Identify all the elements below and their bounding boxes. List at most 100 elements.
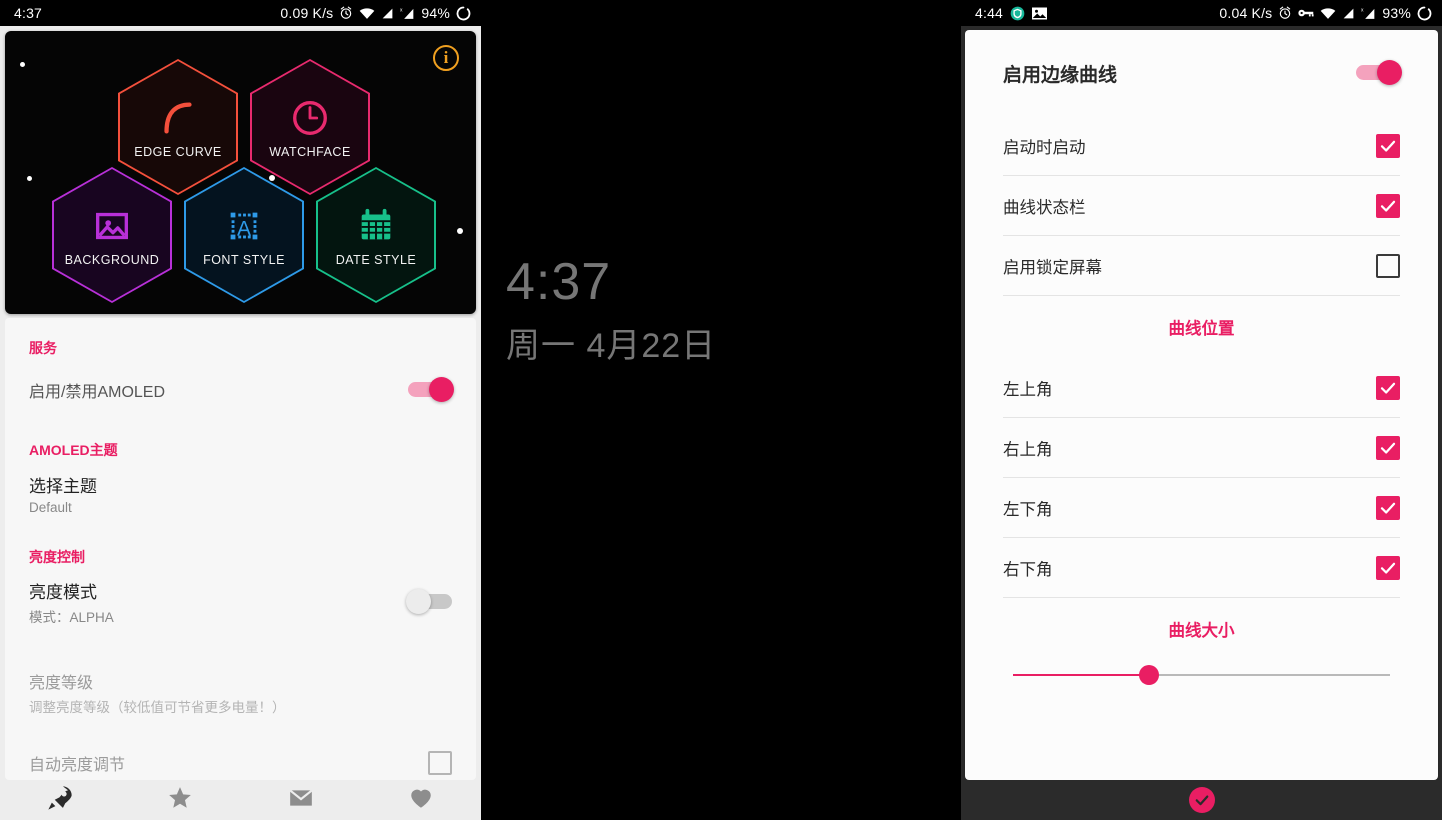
status-clock: 4:37	[14, 5, 43, 21]
check-circle-icon[interactable]	[1188, 787, 1215, 813]
row-label-wrap: 亮度模式 模式：ALPHA	[29, 578, 408, 626]
row-label-wrap: 选择主题 Default	[29, 472, 452, 515]
font-a-icon: A	[223, 203, 265, 249]
enable-edge-curve-switch[interactable]	[1356, 60, 1402, 85]
row-title: 亮度模式	[29, 583, 97, 602]
network-speed-text: 0.09 K/s	[280, 5, 334, 21]
curve-size-slider[interactable]	[1013, 660, 1390, 690]
right-status-left: 4:44	[975, 5, 1048, 21]
hex-tile-label: WATCHFACE	[269, 145, 351, 159]
position-bottom-right-checkbox[interactable]	[1376, 555, 1400, 580]
row-brightness-mode[interactable]: 亮度模式 模式：ALPHA	[5, 571, 476, 633]
decor-dot	[20, 62, 25, 67]
signal-icon	[381, 7, 394, 20]
row-start-on-boot[interactable]: 启动时启动	[965, 116, 1438, 175]
row-position-top-left[interactable]: 左上角	[965, 358, 1438, 417]
row-position-bottom-right[interactable]: 右下角	[965, 538, 1438, 597]
calendar-icon	[355, 203, 397, 249]
row-subtitle: 模式：ALPHA	[29, 610, 114, 625]
row-label-wrap: 启用/禁用AMOLED	[29, 378, 408, 402]
hex-row-bottom: BACKGROUND A FONT STYLE DATE STYLE	[52, 167, 436, 303]
row-title: 选择主题	[29, 477, 97, 496]
row-amoled-toggle[interactable]: 启用/禁用AMOLED	[5, 362, 476, 418]
hex-tile-label: BACKGROUND	[64, 253, 160, 267]
row-position-bottom-left[interactable]: 左下角	[965, 478, 1438, 537]
aod-clock-date: 周一 4月22日	[506, 327, 717, 365]
enable-lockscreen-checkbox[interactable]	[1376, 253, 1400, 278]
right-status-right: 0.04 K/s x 93%	[1219, 5, 1432, 21]
row-auto-brightness[interactable]: 自动亮度调节	[5, 743, 476, 780]
row-brightness-level: 亮度等级 调整亮度等级（较低值可节省更多电量！）	[5, 661, 476, 723]
row-position-top-right[interactable]: 右上角	[965, 418, 1438, 477]
row-title: 启动时启动	[1003, 138, 1086, 157]
brightness-mode-switch[interactable]	[406, 589, 452, 614]
aod-clock-time: 4:37	[506, 253, 612, 311]
slider-thumb[interactable]	[1138, 665, 1159, 685]
row-title: 左上角	[1003, 380, 1053, 399]
left-status-bar: 4:37 0.09 K/s x 94%	[0, 0, 481, 26]
row-title: 启用边缘曲线	[1003, 64, 1118, 86]
wifi-icon	[1320, 7, 1336, 20]
row-enable-lockscreen[interactable]: 启用锁定屏幕	[965, 236, 1438, 295]
left-status-left: 4:37	[14, 5, 42, 21]
hex-tile-background[interactable]: BACKGROUND	[52, 167, 172, 303]
row-enable-edge-curve[interactable]: 启用边缘曲线	[965, 30, 1438, 116]
wifi-icon	[359, 7, 375, 20]
row-label-wrap: 自动亮度调节	[29, 751, 428, 775]
nav-item-heart[interactable]	[361, 785, 481, 816]
amoled-switch[interactable]	[408, 377, 454, 402]
section-theme-header: AMOLED主题	[5, 418, 476, 460]
section-curve-size: 曲线大小	[965, 598, 1438, 660]
battery-percent-text: 93%	[1382, 5, 1411, 21]
edge-curve-settings-card: 启用边缘曲线 启动时启动 曲线状态栏 启用锁定屏幕 曲线位置 左上角 右上角 左…	[965, 30, 1438, 780]
section-title: 服务	[29, 340, 57, 356]
hex-tile-label: FONT STYLE	[203, 253, 285, 267]
start-on-boot-checkbox[interactable]	[1376, 133, 1400, 158]
heart-icon	[408, 785, 434, 816]
auto-brightness-checkbox[interactable]	[428, 751, 452, 775]
right-status-bar: 4:44 0.04 K/s x 93%	[961, 0, 1442, 26]
battery-circle-icon	[1417, 6, 1432, 21]
image-icon	[91, 203, 133, 249]
row-title: 右下角	[1003, 560, 1053, 579]
svg-text:x: x	[400, 7, 403, 13]
nav-item-mail[interactable]	[241, 785, 361, 816]
row-title: 启用/禁用AMOLED	[29, 384, 166, 401]
section-service-header: 服务	[5, 318, 476, 358]
position-top-right-checkbox[interactable]	[1376, 435, 1400, 460]
position-bottom-left-checkbox[interactable]	[1376, 495, 1400, 520]
image-notification-icon	[1032, 7, 1048, 20]
decor-dot	[27, 176, 32, 181]
left-bottom-nav	[0, 780, 481, 820]
three-phone-screenshots: 4:37 0.09 K/s x 94% i EDGE CURVE WATCHFA…	[0, 0, 1442, 820]
info-icon[interactable]: i	[433, 45, 459, 71]
row-label-wrap: 亮度等级 调整亮度等级（较低值可节省更多电量！）	[29, 669, 452, 716]
alarm-icon	[1278, 6, 1292, 20]
row-curve-statusbar[interactable]: 曲线状态栏	[965, 176, 1438, 235]
section-brightness-header: 亮度控制	[5, 524, 476, 567]
section-title: 曲线位置	[1168, 320, 1235, 338]
position-top-left-checkbox[interactable]	[1376, 375, 1400, 400]
star-icon	[167, 785, 193, 816]
hex-dashboard-card: i EDGE CURVE WATCHFACE BACKGROUND A FONT…	[5, 31, 476, 314]
hex-tile-font-style[interactable]: A FONT STYLE	[184, 167, 304, 303]
right-bottom-bar	[961, 780, 1442, 820]
row-title: 启用锁定屏幕	[1003, 258, 1102, 277]
battery-circle-icon	[456, 6, 471, 21]
nav-item-star[interactable]	[120, 785, 240, 816]
row-select-theme[interactable]: 选择主题 Default	[5, 462, 476, 524]
row-title: 曲线状态栏	[1003, 198, 1086, 217]
svg-text:x: x	[1361, 7, 1364, 13]
rocket-icon	[46, 784, 74, 817]
curve-statusbar-checkbox[interactable]	[1376, 193, 1400, 218]
signal-2-icon: x	[400, 6, 415, 20]
row-subtitle: 调整亮度等级（较低值可节省更多电量！）	[29, 699, 286, 715]
slider-fill	[1013, 673, 1149, 677]
hex-tile-date-style[interactable]: DATE STYLE	[316, 167, 436, 303]
battery-percent-text: 94%	[421, 5, 450, 21]
mail-icon	[288, 785, 314, 816]
hex-tile-label: DATE STYLE	[335, 253, 417, 267]
phone-left-screen: 4:37 0.09 K/s x 94% i EDGE CURVE WATCHFA…	[0, 0, 481, 820]
nav-item-rocket[interactable]	[0, 784, 120, 817]
row-title: 自动亮度调节	[29, 757, 126, 774]
